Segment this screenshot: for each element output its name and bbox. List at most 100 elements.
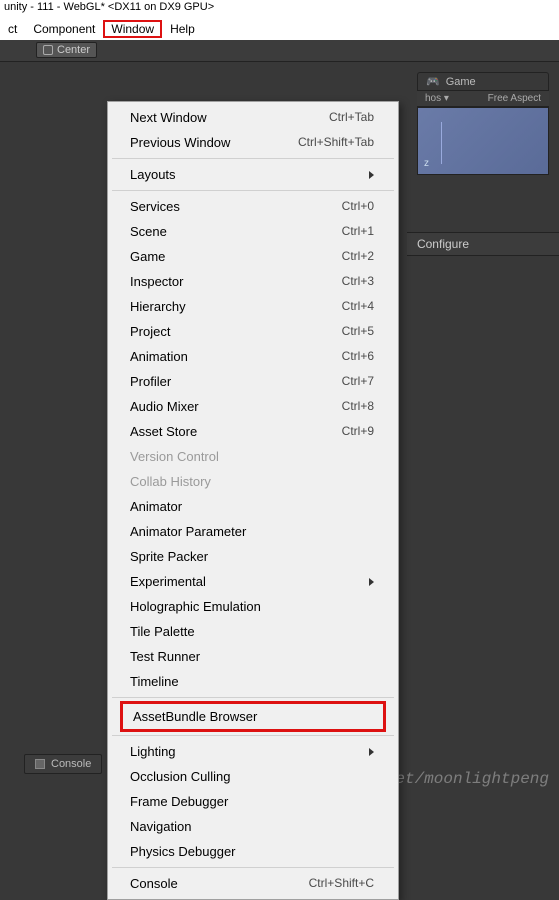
menu-item-help[interactable]: Help (162, 20, 203, 38)
menu-label: Test Runner (130, 648, 200, 665)
menu-label: Scene (130, 223, 167, 240)
menu-navigation[interactable]: Navigation (110, 814, 396, 839)
menu-shortcut: Ctrl+0 (342, 198, 374, 215)
menu-physics-debugger[interactable]: Physics Debugger (110, 839, 396, 864)
menu-audio-mixer[interactable]: Audio Mixer Ctrl+8 (110, 394, 396, 419)
menu-console[interactable]: ConsoleCtrl+Shift+C (110, 871, 396, 896)
menu-project[interactable]: Project Ctrl+5 (110, 319, 396, 344)
menu-label: Sprite Packer (130, 548, 208, 565)
menu-shortcut: Ctrl+6 (342, 348, 374, 365)
menu-label: Next Window (130, 109, 207, 126)
menu-label: Physics Debugger (130, 843, 236, 860)
menu-frame-debugger[interactable]: Frame Debugger (110, 789, 396, 814)
separator (112, 190, 394, 191)
separator (112, 158, 394, 159)
menu-label: Animation (130, 348, 188, 365)
work-area: 🎮 Game hos ▾ Free Aspect z Configure Nex… (0, 62, 559, 794)
menu-label: Tile Palette (130, 623, 195, 640)
console-icon (35, 759, 45, 769)
menu-label: Inspector (130, 273, 183, 290)
menu-label: Navigation (130, 818, 191, 835)
submenu-arrow-icon (369, 748, 374, 756)
menu-profiler[interactable]: Profiler Ctrl+7 (110, 369, 396, 394)
menu-asset-store[interactable]: Asset Store Ctrl+9 (110, 419, 396, 444)
submenu-arrow-icon (369, 578, 374, 586)
menu-version-control: Version Control (110, 444, 396, 469)
axis-z-label: z (424, 158, 429, 169)
menu-animator-parameter[interactable]: Animator Parameter (110, 519, 396, 544)
highlighted-box: AssetBundle Browser (120, 701, 386, 732)
menu-holographic-emulation[interactable]: Holographic Emulation (110, 594, 396, 619)
menu-label: Hierarchy (130, 298, 186, 315)
separator (112, 697, 394, 698)
menu-shortcut: Ctrl+Shift+Tab (298, 134, 374, 151)
menu-label: Console (130, 875, 178, 892)
game-aspect-dropdown[interactable]: Free Aspect (488, 93, 541, 104)
menu-label: Project (130, 323, 170, 340)
menu-tile-palette[interactable]: Tile Palette (110, 619, 396, 644)
menu-label: Holographic Emulation (130, 598, 261, 615)
menu-label: Occlusion Culling (130, 768, 230, 785)
menu-label: Audio Mixer (130, 398, 199, 415)
menu-label: AssetBundle Browser (133, 708, 257, 725)
menu-experimental[interactable]: Experimental (110, 569, 396, 594)
menu-label: Services (130, 198, 180, 215)
menu-label: Collab History (130, 473, 211, 490)
menu-label: Timeline (130, 673, 179, 690)
game-icon: 🎮 (426, 75, 440, 88)
menu-label: Asset Store (130, 423, 197, 440)
game-preview: z (417, 107, 549, 175)
window-title: unity - 111 - WebGL* <DX11 on DX9 GPU> (0, 0, 559, 18)
center-label: Center (57, 44, 90, 56)
menu-shortcut: Ctrl+1 (342, 223, 374, 240)
menu-scene[interactable]: Scene Ctrl+1 (110, 219, 396, 244)
menu-next-window[interactable]: Next Window Ctrl+Tab (110, 105, 396, 130)
pivot-center-button[interactable]: Center (36, 42, 97, 58)
menu-shortcut: Ctrl+3 (342, 273, 374, 290)
separator (112, 867, 394, 868)
menu-label: Animator (130, 498, 182, 515)
menu-shortcut: Ctrl+5 (342, 323, 374, 340)
menu-label: Version Control (130, 448, 219, 465)
submenu-arrow-icon (369, 171, 374, 179)
menu-shortcut: Ctrl+9 (342, 423, 374, 440)
menu-label: Profiler (130, 373, 171, 390)
console-tab[interactable]: Console (24, 754, 102, 774)
menu-shortcut: Ctrl+Tab (329, 109, 374, 126)
game-aspect-row: hos ▾ Free Aspect (417, 91, 549, 107)
menu-game[interactable]: Game Ctrl+2 (110, 244, 396, 269)
menu-item-truncated[interactable]: ct (0, 20, 25, 38)
menu-occlusion-culling[interactable]: Occlusion Culling (110, 764, 396, 789)
game-tab[interactable]: 🎮 Game (417, 72, 549, 91)
menu-label: Frame Debugger (130, 793, 228, 810)
game-panel: 🎮 Game hos ▾ Free Aspect z (417, 72, 549, 175)
center-icon (43, 45, 53, 55)
menu-label: Layouts (130, 166, 176, 183)
menu-previous-window[interactable]: Previous WindowCtrl+Shift+Tab (110, 130, 396, 155)
menu-animator[interactable]: Animator (110, 494, 396, 519)
menu-timeline[interactable]: Timeline (110, 669, 396, 694)
menu-hierarchy[interactable]: Hierarchy Ctrl+4 (110, 294, 396, 319)
menu-lighting[interactable]: Lighting (110, 739, 396, 764)
menu-shortcut: Ctrl+2 (342, 248, 374, 265)
menu-services[interactable]: Services Ctrl+0 (110, 194, 396, 219)
console-tab-label: Console (51, 758, 91, 770)
menu-shortcut: Ctrl+7 (342, 373, 374, 390)
menu-animation[interactable]: Animation Ctrl+6 (110, 344, 396, 369)
game-aspect-prefix[interactable]: hos ▾ (425, 93, 449, 104)
menu-item-window[interactable]: Window (103, 20, 162, 38)
configure-button[interactable]: Configure (407, 232, 559, 256)
menu-test-runner[interactable]: Test Runner (110, 644, 396, 669)
toolbar: Center (0, 40, 559, 62)
game-tab-label: Game (446, 76, 476, 88)
menu-shortcut: Ctrl+8 (342, 398, 374, 415)
menu-label: Game (130, 248, 165, 265)
menu-shortcut: Ctrl+4 (342, 298, 374, 315)
menu-item-component[interactable]: Component (25, 20, 103, 38)
menu-inspector[interactable]: Inspector Ctrl+3 (110, 269, 396, 294)
menu-label: Experimental (130, 573, 206, 590)
menu-label: Lighting (130, 743, 176, 760)
menu-assetbundle-browser[interactable]: AssetBundle Browser (123, 704, 383, 729)
menu-sprite-packer[interactable]: Sprite Packer (110, 544, 396, 569)
menu-layouts[interactable]: Layouts (110, 162, 396, 187)
